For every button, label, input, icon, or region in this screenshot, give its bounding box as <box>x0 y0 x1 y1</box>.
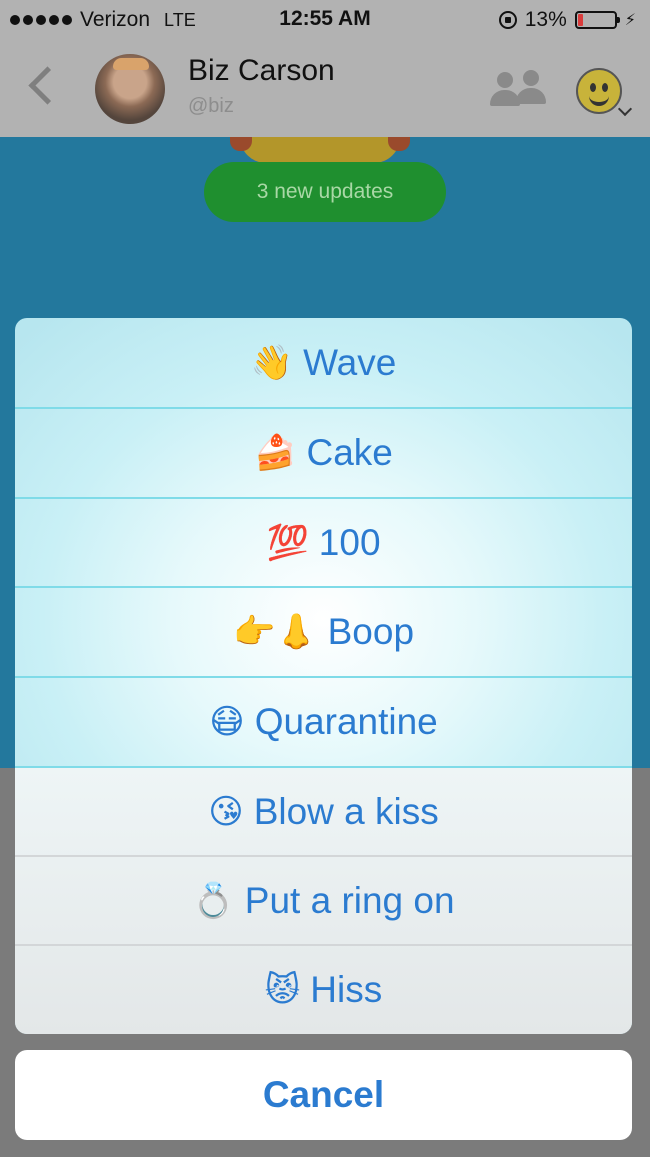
battery-percent: 13% <box>524 8 567 31</box>
cancel-button[interactable]: Cancel <box>15 1050 632 1140</box>
action-wave[interactable]: 👋 Wave <box>15 318 632 407</box>
cake-emoji-icon: 🍰 <box>254 433 297 472</box>
action-hiss[interactable]: 😾 Hiss <box>15 945 632 1034</box>
action-sheet: 👋 Wave 🍰 Cake 💯 100 👉👃 Boop 😷 Quarantine… <box>15 318 632 1034</box>
rotation-lock-icon <box>498 11 517 29</box>
new-updates-button[interactable]: 3 new updates <box>204 162 446 222</box>
status-bar: Verizon LTE 12:55 AM 13% ⚡︎ <box>0 0 650 40</box>
action-label: Hiss <box>310 968 383 1010</box>
battery-icon <box>574 11 620 29</box>
action-label: Quarantine <box>254 700 438 742</box>
action-label: 100 <box>318 521 381 563</box>
action-boop[interactable]: 👉👃 Boop <box>15 587 632 676</box>
kiss-face-emoji-icon: 😘 <box>208 792 244 831</box>
back-icon[interactable] <box>28 66 67 105</box>
pointing-nose-emoji-icon: 👉👃 <box>232 612 318 651</box>
status-right: 13% ⚡︎ <box>498 8 636 32</box>
action-quarantine[interactable]: 😷 Quarantine <box>15 677 632 766</box>
avatar[interactable] <box>95 54 165 124</box>
contact-name: Biz Carson <box>188 54 335 87</box>
action-label: Blow a kiss <box>253 790 439 832</box>
mask-face-emoji-icon: 😷 <box>209 702 245 741</box>
wave-emoji-icon: 👋 <box>250 343 294 382</box>
sticker-image <box>230 137 410 163</box>
hundred-points-emoji-icon: 💯 <box>266 523 309 562</box>
cat-face-emoji-icon: 😾 <box>264 970 301 1009</box>
contact-handle: @biz <box>188 95 234 117</box>
action-cake[interactable]: 🍰 Cake <box>15 408 632 497</box>
chevron-down-icon <box>617 101 633 117</box>
action-label: Boop <box>327 610 415 652</box>
action-put-a-ring-on[interactable]: 💍 Put a ring on <box>15 856 632 945</box>
charging-bolt-icon: ⚡︎ <box>624 12 636 29</box>
conversation-header: Biz Carson @biz <box>0 40 650 137</box>
action-label: Put a ring on <box>244 879 455 921</box>
ring-emoji-icon: 💍 <box>192 881 235 920</box>
battery-fill <box>577 14 583 26</box>
action-100[interactable]: 💯 100 <box>15 498 632 587</box>
avatar-hat <box>113 58 149 70</box>
action-label: Cake <box>306 431 393 473</box>
emoji-picker-icon[interactable] <box>576 68 622 114</box>
action-blow-a-kiss[interactable]: 😘 Blow a kiss <box>15 767 632 856</box>
group-icon[interactable] <box>488 68 550 110</box>
action-label: Wave <box>303 341 397 383</box>
